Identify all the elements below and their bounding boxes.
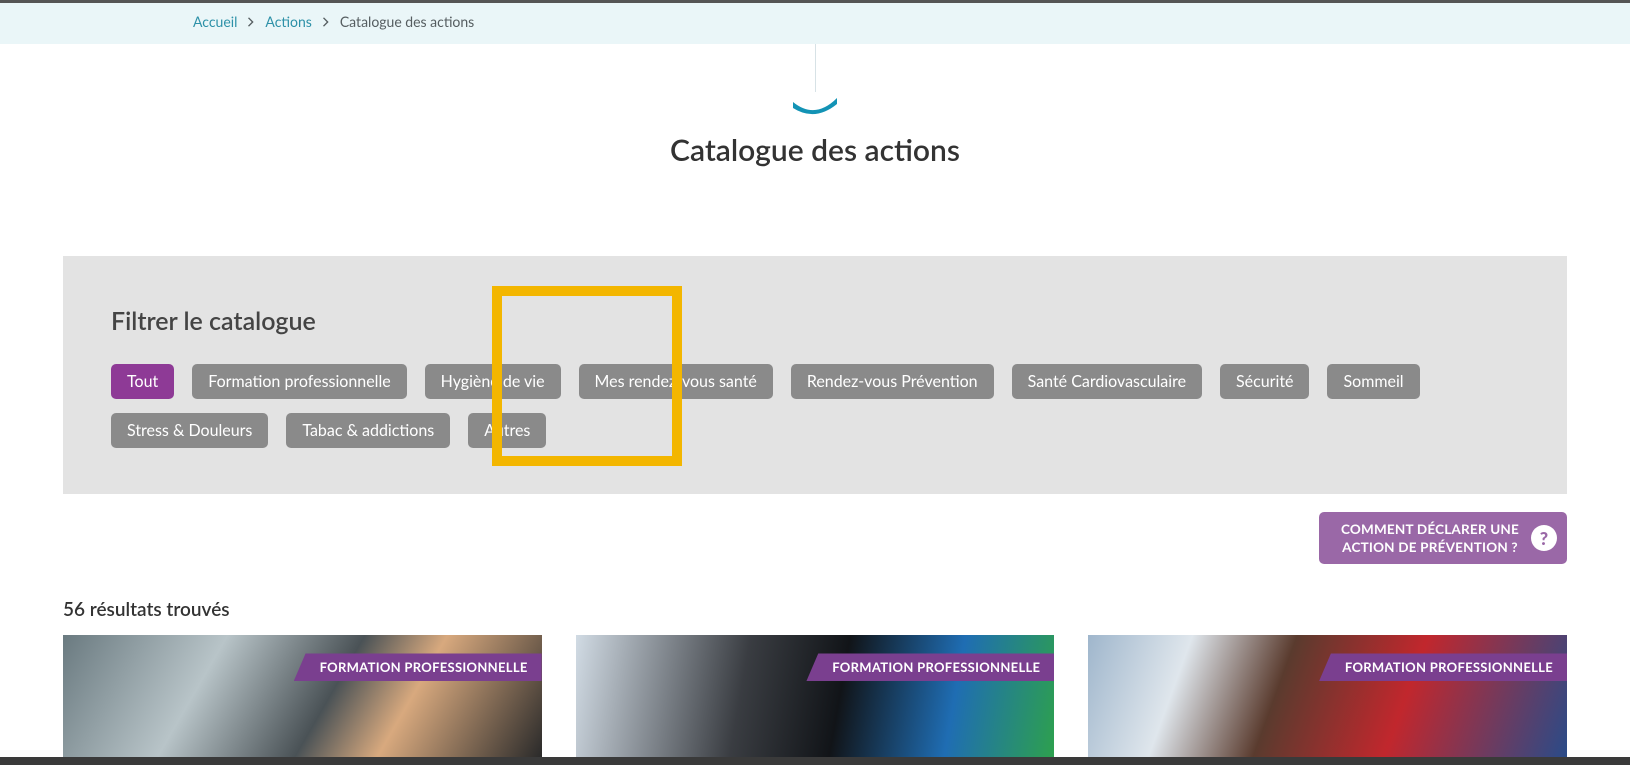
vertical-divider <box>815 44 816 92</box>
filter-chip-sante-cardiovasculaire[interactable]: Santé Cardiovasculaire <box>1012 364 1202 399</box>
chevron-right-icon <box>247 13 255 30</box>
filter-chip-formation-professionnelle[interactable]: Formation professionnelle <box>192 364 406 399</box>
result-card[interactable]: FORMATION PROFESSIONNELLE <box>576 635 1055 757</box>
cta-line2: ACTION DE PRÉVENTION ? <box>1342 539 1518 555</box>
result-card[interactable]: FORMATION PROFESSIONNELLE <box>63 635 542 757</box>
cta-row: COMMENT DÉCLARER UNE ACTION DE PRÉVENTIO… <box>63 512 1567 564</box>
filter-chip-tout[interactable]: Tout <box>111 364 174 399</box>
declare-prevention-action-button[interactable]: COMMENT DÉCLARER UNE ACTION DE PRÉVENTIO… <box>1319 512 1567 564</box>
breadcrumb-current: Catalogue des actions <box>340 13 474 30</box>
breadcrumb-link-actions[interactable]: Actions <box>265 13 311 30</box>
card-tag: FORMATION PROFESSIONNELLE <box>294 653 542 681</box>
results-grid: FORMATION PROFESSIONNELLE FORMATION PROF… <box>63 635 1567 757</box>
page-bottom-border <box>0 757 1630 765</box>
help-icon: ? <box>1531 525 1557 551</box>
card-tag: FORMATION PROFESSIONNELLE <box>1319 653 1567 681</box>
chevron-right-icon <box>322 13 330 30</box>
filter-chip-hygiene-de-vie[interactable]: Hygiène de vie <box>425 364 561 399</box>
result-card[interactable]: FORMATION PROFESSIONNELLE <box>1088 635 1567 757</box>
filter-panel: Filtrer le catalogue Tout Formation prof… <box>63 256 1567 494</box>
filter-chip-row: Tout Formation professionnelle Hygiène d… <box>111 364 1519 448</box>
filter-chip-mes-rendez-vous-sante[interactable]: Mes rendez-vous santé <box>579 364 773 399</box>
filter-chip-stress-douleurs[interactable]: Stress & Douleurs <box>111 413 268 448</box>
filter-title: Filtrer le catalogue <box>111 306 1519 336</box>
breadcrumb-link-accueil[interactable]: Accueil <box>193 13 237 30</box>
filter-chip-rendez-vous-prevention[interactable]: Rendez-vous Prévention <box>791 364 994 399</box>
logo-swoosh-icon <box>791 98 839 118</box>
filter-chip-sommeil[interactable]: Sommeil <box>1327 364 1419 399</box>
breadcrumb-bar: Accueil Actions Catalogue des actions <box>0 3 1630 44</box>
card-tag: FORMATION PROFESSIONNELLE <box>806 653 1054 681</box>
filter-chip-tabac-addictions[interactable]: Tabac & addictions <box>286 413 450 448</box>
breadcrumb: Accueil Actions Catalogue des actions <box>30 13 1600 30</box>
page-title: Catalogue des actions <box>0 132 1630 168</box>
cta-line1: COMMENT DÉCLARER UNE <box>1341 521 1519 537</box>
filter-chip-securite[interactable]: Sécurité <box>1220 364 1309 399</box>
results-count: 56 résultats trouvés <box>63 598 1567 621</box>
filter-chip-autres[interactable]: Autres <box>468 413 546 448</box>
